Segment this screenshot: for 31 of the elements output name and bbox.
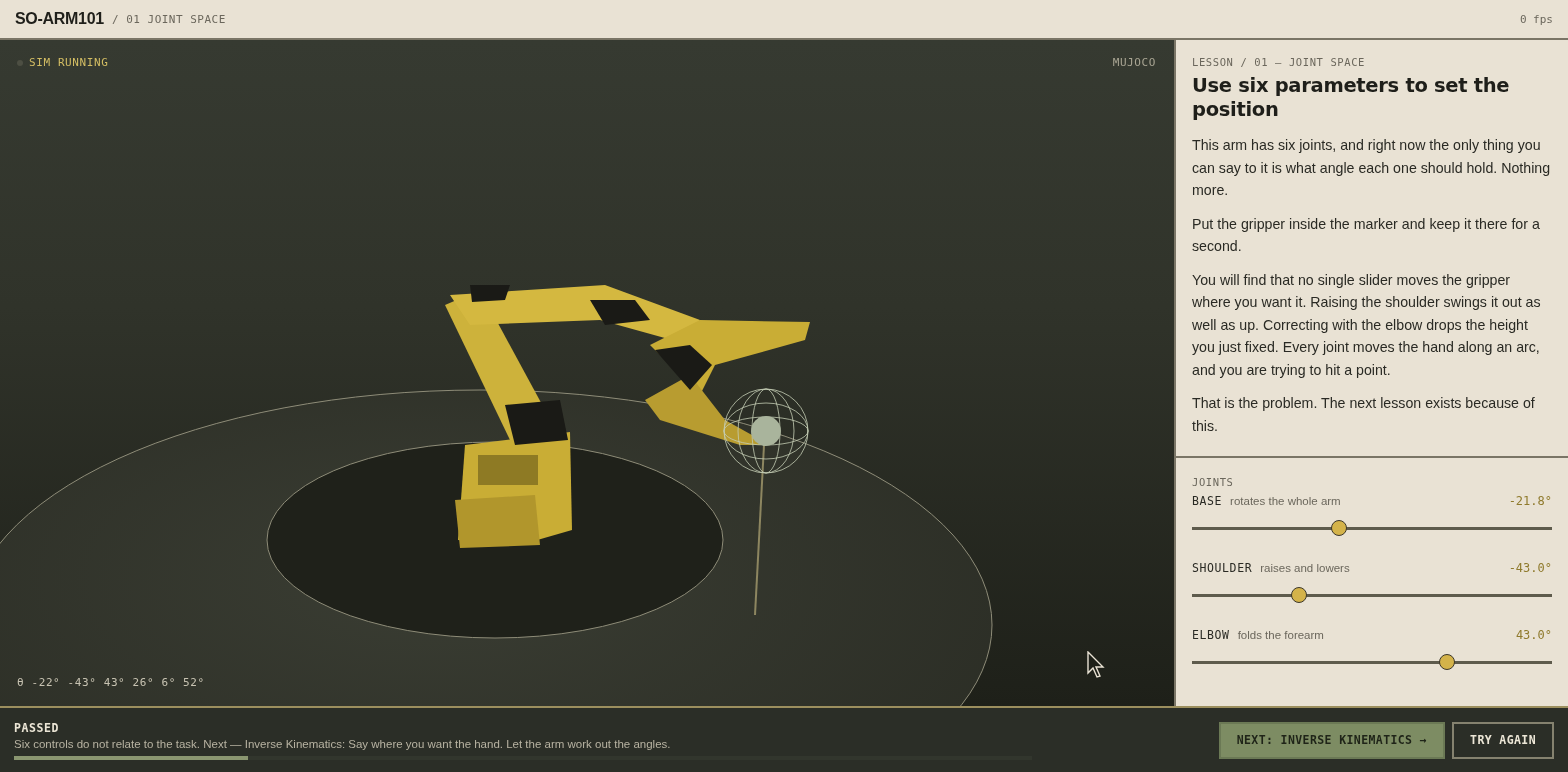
result-status: PASSED: [14, 720, 61, 735]
joint-angles-readout: θ -22° -43° 43° 26° 6° 52°: [17, 676, 205, 689]
slider-thumb[interactable]: [1330, 520, 1347, 536]
joint-hint: folds the forearm: [1237, 629, 1324, 641]
joints-heading: JOINTS: [1192, 476, 1235, 488]
slider-thumb[interactable]: [1439, 654, 1456, 670]
try-again-button[interactable]: TRY AGAIN: [1452, 721, 1554, 759]
sim-status: SIM RUNNING: [29, 56, 109, 69]
joint-name: BASE: [1192, 494, 1223, 508]
joint-reading: -21.8°: [1508, 494, 1552, 508]
fps-counter: 0 fps: [1519, 12, 1553, 26]
lesson-title: Use six parameters to set the position: [1192, 74, 1511, 122]
joint-hint: rotates the whole arm: [1230, 495, 1341, 507]
breadcrumb: / 01 JOINT SPACE: [111, 12, 226, 26]
lesson-paragraph: You will find that no single slider moves the gripper where you want it. Raising the shoulder swings it out as well as up. Correcting with the elbow drops the height you just fixed. Every joint moves the hand along an arc, and you are trying to hit a point.: [1192, 270, 1542, 380]
mouse-pointer-icon: [1087, 651, 1107, 679]
joint-hint: raises and lowers: [1260, 562, 1350, 574]
joint-name: ELBOW: [1192, 628, 1230, 642]
lesson-eyebrow: LESSON / 01 — JOINT SPACE: [1192, 56, 1367, 68]
lesson-paragraph: That is the problem. The next lesson exists because of this.: [1192, 394, 1536, 436]
joint-reading: 43.0°: [1515, 628, 1552, 642]
next-lesson-button[interactable]: NEXT: INVERSE KINEMATICS →: [1218, 721, 1446, 759]
app-title: SO-ARM101: [15, 10, 104, 28]
result-message: Six controls do not relate to the task. Next — Inverse Kinematics: Say where you want the hand. Let the arm work out the angles.: [14, 737, 672, 750]
slider-thumb[interactable]: [1290, 587, 1307, 603]
lesson-paragraph: This arm has six joints, and right now the only thing you can say to it is what angle each one should hold. Nothing more.: [1192, 136, 1552, 200]
joint-name: SHOULDER: [1192, 561, 1253, 575]
status-dot-icon: [17, 59, 23, 66]
lesson-paragraph: Put the gripper inside the marker and keep it there for a second.: [1192, 214, 1541, 256]
engine-label: MUJOCO: [1112, 56, 1156, 69]
joint-reading: -43.0°: [1508, 561, 1552, 575]
